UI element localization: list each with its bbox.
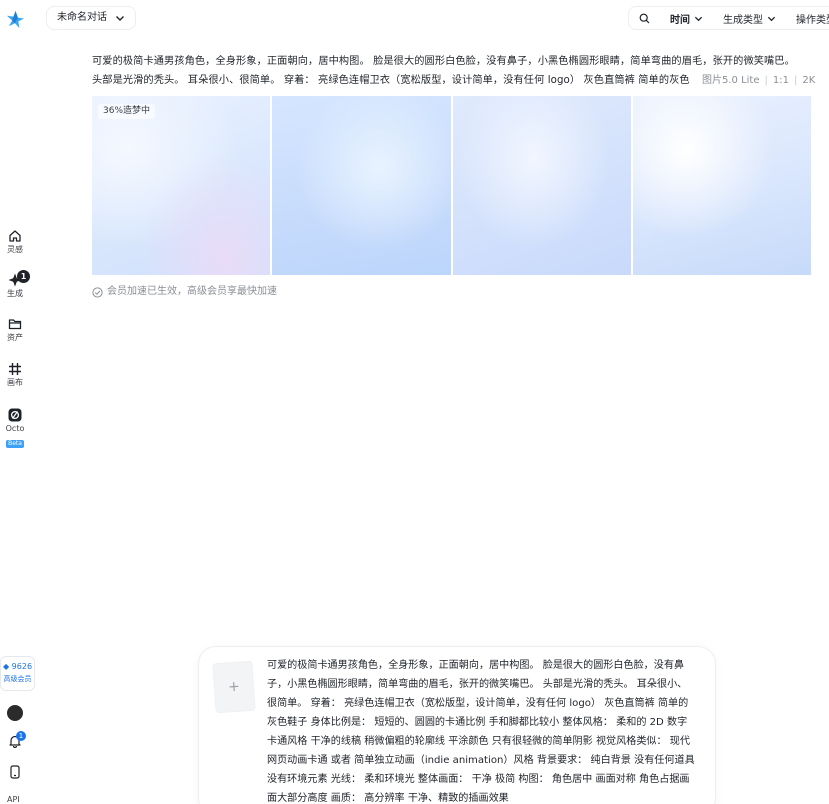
nav-item-octo[interactable]: Octo Beta	[0, 408, 30, 448]
nav-item-generate[interactable]: 1 生成	[0, 270, 30, 299]
nav-item-canvas[interactable]: 画布	[0, 362, 30, 388]
aspect-ratio: 1:1	[772, 75, 789, 86]
nav-label: Octo	[5, 424, 25, 433]
credits-value: 9626	[11, 662, 33, 671]
filter-toolbar: 时间 生成类型 操作类型	[628, 6, 829, 30]
nav-label: 画布	[7, 378, 23, 387]
nav-label: 生成	[7, 289, 23, 298]
vip-note-text: 会员加速已生效，高级会员享最快加速	[107, 286, 277, 297]
nav-label: 资产	[7, 333, 23, 342]
membership-label: 高级会员	[3, 675, 32, 683]
search-button[interactable]	[629, 11, 660, 25]
generation-type-label: 生成类型	[723, 14, 763, 26]
credits-card[interactable]: ◆ 9626 高级会员	[0, 656, 35, 691]
time-filter-label: 时间	[670, 14, 690, 26]
progress-label: 36%造梦中	[98, 104, 156, 119]
image-placeholder[interactable]	[272, 96, 451, 275]
plus-icon: +	[227, 678, 241, 696]
api-link[interactable]: API	[7, 795, 20, 804]
prompt-line: 头部是光滑的秃头。 耳朵很小、很简单。 穿着： 亮绿色连帽卫衣（宽松版型，设计简…	[92, 75, 690, 86]
avatar[interactable]	[7, 705, 23, 721]
mobile-icon[interactable]	[8, 765, 22, 779]
operation-type-label: 操作类型	[796, 14, 829, 26]
search-icon	[639, 13, 650, 23]
prompt-line: 可爱的极简卡通男孩角色，全身形象，正面朝向，居中构图。 脸是很大的圆形白色脸，没…	[92, 56, 795, 67]
vip-acceleration-note: 会员加速已生效，高级会员享最快加速	[92, 285, 277, 299]
check-circle-icon	[92, 286, 103, 298]
beta-tag: Beta	[6, 440, 24, 448]
generate-count-badge: 1	[17, 270, 30, 283]
generation-type-filter[interactable]: 生成类型	[713, 11, 786, 26]
generation-grid: 36%造梦中	[92, 96, 811, 275]
nav-item-assets[interactable]: 资产	[0, 317, 30, 343]
conversation-selector[interactable]: 未命名对话	[46, 6, 136, 30]
image-placeholder[interactable]	[632, 96, 811, 275]
notification-badge: 1	[16, 731, 26, 741]
model-name: 图片5.0 Lite	[702, 75, 760, 86]
conversation-title: 未命名对话	[57, 12, 107, 23]
app-logo-icon[interactable]	[6, 10, 25, 29]
operation-type-filter[interactable]: 操作类型	[786, 11, 829, 26]
home-icon	[9, 230, 21, 242]
task-meta: 图片5.0 Lite | 1:1 | 2K	[688, 71, 816, 90]
prompt-composer: + 可爱的极简卡通男孩角色，全身形象，正面朝向，居中构图。 脸是很大的圆形白色脸…	[198, 646, 716, 804]
add-reference-image-button[interactable]: +	[212, 660, 256, 714]
image-placeholder[interactable]	[452, 96, 631, 275]
left-rail: 灵感 1 生成 资产 画布 Octo Beta ◆ 9626 高级会员 1 AP…	[0, 0, 35, 804]
grid-icon	[9, 363, 21, 375]
chevron-down-icon	[116, 16, 124, 21]
folder-icon	[8, 319, 22, 330]
chevron-down-icon	[767, 16, 776, 21]
nav-item-inspiration[interactable]: 灵感	[0, 229, 30, 255]
image-placeholder[interactable]: 36%造梦中	[92, 96, 271, 275]
credits-balance: ◆ 9626	[2, 662, 33, 671]
prompt-input[interactable]: 可爱的极简卡通男孩角色，全身形象，正面朝向，居中构图。 脸是很大的圆形白色脸，没…	[267, 656, 707, 804]
nav-label: 灵感	[7, 245, 23, 254]
octo-icon	[8, 408, 22, 422]
time-filter[interactable]: 时间	[660, 11, 713, 26]
chevron-down-icon	[694, 16, 703, 21]
resolution: 2K	[802, 75, 816, 86]
